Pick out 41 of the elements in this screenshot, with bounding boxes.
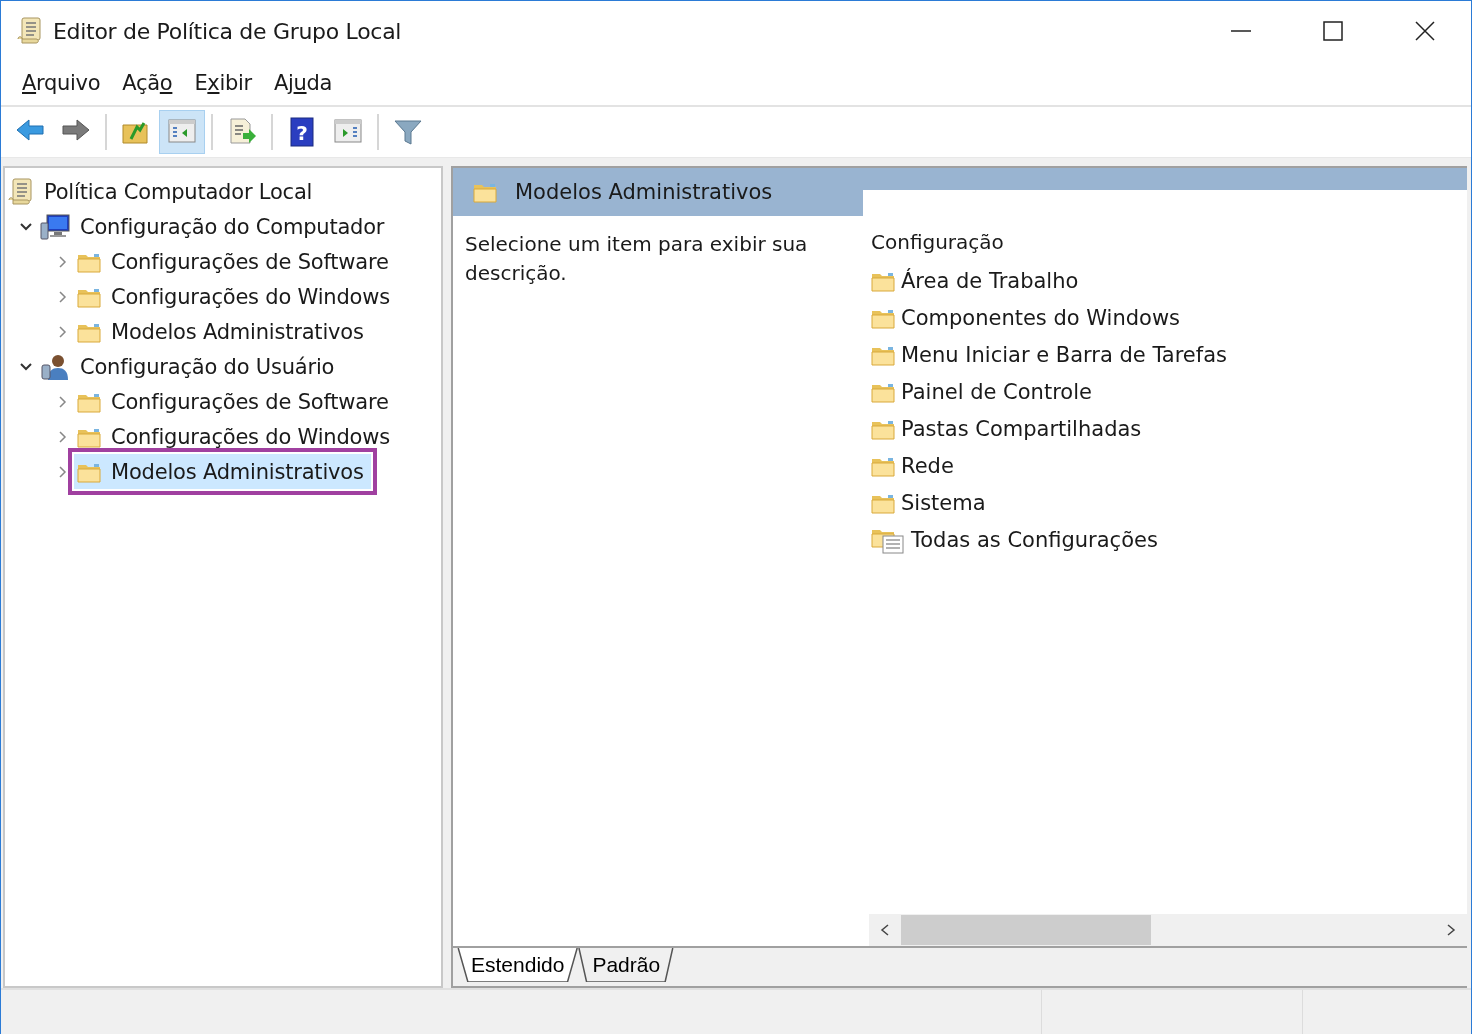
horizontal-scrollbar[interactable] (869, 914, 1467, 946)
toolbar-button[interactable]: ? (279, 110, 325, 154)
tree-item[interactable]: Configuração do Usuário (37, 349, 342, 384)
maximize-button[interactable] (1321, 21, 1345, 41)
tree-item[interactable]: Política Computador Local (5, 174, 320, 209)
list-item[interactable]: Painel de Controle (871, 373, 1467, 410)
menu-item[interactable]: Exibir (183, 71, 263, 95)
list-item[interactable]: Pastas Compartilhadas (871, 410, 1467, 447)
export-list-icon (227, 117, 257, 147)
list-item[interactable]: Área de Trabalho (871, 262, 1467, 299)
close-button[interactable] (1413, 21, 1437, 41)
user-icon (40, 352, 70, 381)
scroll-left-icon[interactable] (879, 923, 891, 937)
view-tab[interactable]: Padrão (578, 948, 675, 982)
list-item[interactable]: Sistema (871, 484, 1467, 521)
tree-item[interactable]: Configurações de Software (74, 384, 396, 419)
description-text: Selecione um item para exibir sua descrição. (464, 231, 809, 287)
details-header: Modelos Administrativos (453, 168, 863, 216)
tree-item[interactable]: Configurações de Software (74, 244, 396, 279)
column-header[interactable]: Configuração (871, 230, 1467, 254)
list-item[interactable]: Todas as Configurações (871, 521, 1467, 558)
scroll-icon (8, 177, 34, 206)
scroll-right-icon[interactable] (1445, 923, 1457, 937)
tree-item[interactable]: Modelos Administrativos (74, 314, 371, 349)
menu-item[interactable]: Ação (111, 71, 184, 95)
folder-icon (473, 181, 497, 203)
computer-icon (40, 212, 70, 241)
toolbar-button[interactable] (159, 110, 205, 154)
list-item[interactable]: Rede (871, 447, 1467, 484)
filter-icon (393, 117, 423, 147)
scroll-icon (17, 17, 43, 45)
list-item[interactable]: Menu Iniciar e Barra de Tarefas (871, 336, 1467, 373)
tree-item[interactable]: Configurações do Windows (74, 419, 397, 454)
list-item[interactable]: Componentes do Windows (871, 299, 1467, 336)
window-title: Editor de Política de Grupo Local (53, 18, 403, 44)
tree-item[interactable]: Configurações do Windows (74, 279, 397, 314)
menu-item[interactable]: Ajuda (262, 71, 344, 95)
help-icon: ? (287, 117, 317, 147)
view-tab[interactable]: Estendido (457, 948, 579, 982)
tree-item[interactable]: Configuração do Computador (37, 209, 392, 244)
menu-item[interactable]: Arquivo (11, 71, 112, 95)
